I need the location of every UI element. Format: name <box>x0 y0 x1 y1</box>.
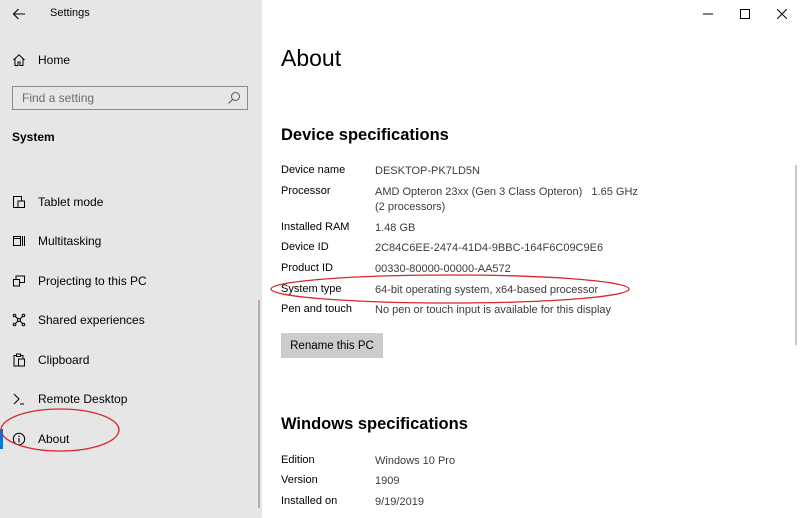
spec-key: Device name <box>281 164 346 176</box>
projecting-icon <box>11 273 27 289</box>
sidebar-item-label: Clipboard <box>38 352 90 367</box>
spec-key: Product ID <box>281 262 333 274</box>
spec-key: Version <box>281 474 318 486</box>
sidebar-item-about[interactable]: About <box>0 419 262 459</box>
main-scrollbar[interactable] <box>795 165 797 345</box>
spec-key: Processor <box>281 185 331 197</box>
sidebar-item-label: Projecting to this PC <box>38 273 147 288</box>
search-icon <box>228 92 240 104</box>
spec-value: 1.48 GB <box>375 222 416 234</box>
page-title: About <box>281 45 342 71</box>
spec-key: Installed RAM <box>281 221 350 233</box>
remote-desktop-icon <box>11 391 27 407</box>
sidebar-scrollbar[interactable] <box>258 300 260 508</box>
maximize-icon <box>739 9 750 19</box>
rename-pc-button[interactable]: Rename this PC <box>281 333 383 358</box>
search-input[interactable]: Find a setting <box>12 86 248 110</box>
spec-value-line2: (2 processors) <box>375 201 446 213</box>
sidebar-item-projecting[interactable]: Projecting to this PC <box>0 261 262 301</box>
sidebar-item-label: Tablet mode <box>38 194 104 209</box>
spec-value: 64-bit operating system, x64-based proce… <box>375 284 599 296</box>
info-icon <box>11 431 27 447</box>
sidebar-item-clipboard[interactable]: Clipboard <box>0 340 262 380</box>
sidebar-item-shared-experiences[interactable]: Shared experiences <box>0 301 262 341</box>
clipboard-icon <box>11 352 27 368</box>
maximize-button[interactable] <box>726 0 763 28</box>
multitasking-icon <box>11 233 27 249</box>
minimize-icon <box>702 13 713 15</box>
close-button[interactable] <box>763 0 800 28</box>
spec-value: 1909 <box>375 475 400 487</box>
spec-value: 2C84C6EE-2474-41D4-9BBC-164F6C09C9E6 <box>375 242 604 254</box>
sidebar-item-label: Remote Desktop <box>38 392 128 407</box>
sidebar-item-remote-desktop[interactable]: Remote Desktop <box>0 380 262 420</box>
back-button[interactable] <box>8 4 30 24</box>
device-specs-heading: Device specifications <box>281 126 449 144</box>
spec-key: Pen and touch <box>281 303 352 315</box>
spec-key: System type <box>281 283 342 295</box>
nav-home-label: Home <box>38 53 71 67</box>
spec-value: No pen or touch input is available for t… <box>375 304 612 316</box>
window-controls <box>689 0 800 28</box>
spec-value: 00330-80000-00000-AA572 <box>375 263 511 275</box>
main-content: About Device specifications Device name … <box>262 0 800 518</box>
spec-key: Installed on <box>281 495 338 507</box>
sidebar-item-multitasking[interactable]: Multitasking <box>0 222 262 262</box>
app-title: Settings <box>50 7 90 19</box>
spec-value: 9/19/2019 <box>375 496 424 508</box>
spec-key: Edition <box>281 454 315 466</box>
spec-value: Windows 10 Pro <box>375 455 456 467</box>
spec-key: Device ID <box>281 241 329 253</box>
home-icon <box>11 52 27 68</box>
sidebar-item-tablet-mode[interactable]: Tablet mode <box>0 182 262 222</box>
back-arrow-icon <box>12 8 25 20</box>
nav-list: Tablet mode Multitasking Projecting to t… <box>0 182 262 459</box>
sidebar-item-label: Shared experiences <box>38 313 145 328</box>
close-icon <box>776 9 787 19</box>
sidebar-item-label: Multitasking <box>38 234 102 249</box>
minimize-button[interactable] <box>689 0 726 28</box>
spec-value: DESKTOP-PK7LD5N <box>375 165 480 177</box>
sidebar: Settings Home Find a setting System Tabl… <box>0 0 262 518</box>
nav-home[interactable]: Home <box>0 48 262 72</box>
spec-value: AMD Opteron 23xx (Gen 3 Class Opteron) 1… <box>375 186 638 198</box>
shared-experiences-icon <box>11 312 27 328</box>
windows-specs-heading: Windows specifications <box>281 415 468 433</box>
tablet-icon <box>11 194 27 210</box>
sidebar-item-label: About <box>38 431 70 446</box>
section-header-system: System <box>12 130 55 144</box>
search-placeholder: Find a setting <box>22 91 95 105</box>
